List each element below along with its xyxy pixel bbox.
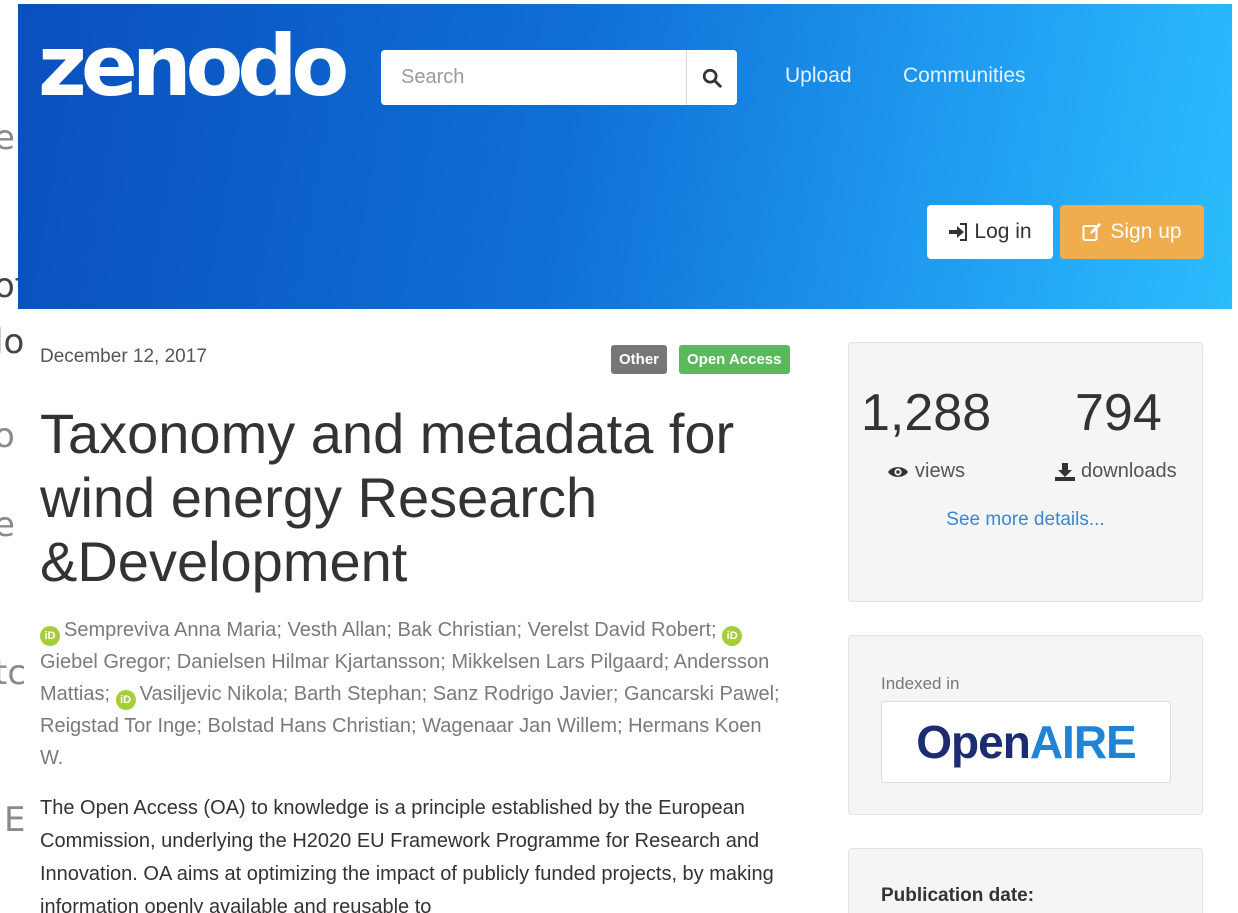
- background-fragment: lo: [0, 322, 25, 362]
- author-name: Sanz Rodrigo Javier: [432, 683, 613, 705]
- indexed-in-label: Indexed in: [881, 674, 960, 693]
- author-name: Vesth Allan: [287, 619, 387, 641]
- indexed-panel: Indexed in Open AIRE: [848, 635, 1203, 815]
- resource-type-badge: Other: [611, 345, 668, 374]
- see-more-details-link[interactable]: See more details...: [849, 509, 1202, 531]
- zenodo-logo[interactable]: zenodo: [38, 24, 349, 108]
- search-icon: [702, 68, 722, 88]
- views-label-group: views: [887, 460, 965, 483]
- openaire-logo[interactable]: Open AIRE: [881, 701, 1171, 783]
- page-edge: [1232, 0, 1238, 913]
- views-label: views: [915, 460, 966, 482]
- author-name: Mikkelsen Lars Pilgaard: [451, 651, 664, 673]
- downloads-count: 794: [1075, 384, 1162, 442]
- background-fragment: o: [0, 416, 15, 456]
- publication-date: December 12, 2017: [40, 346, 207, 367]
- openaire-logo-open: Open: [916, 716, 1031, 768]
- login-button[interactable]: Log in: [927, 205, 1053, 259]
- openaire-logo-aire: AIRE: [1029, 716, 1137, 768]
- stats-panel: 1,288 794 views downloads See more detai…: [848, 342, 1203, 602]
- author-name: Gancarski Pawel: [623, 683, 775, 705]
- author-list: iD Sempreviva Anna Maria; Vesth Allan; Ba…: [40, 619, 780, 769]
- downloads-label: downloads: [1081, 460, 1177, 482]
- access-right-badge: Open Access: [679, 345, 790, 374]
- background-fragment: e: [0, 505, 15, 545]
- author-name: Giebel Gregor: [40, 651, 166, 673]
- signup-label: Sign up: [1110, 220, 1182, 243]
- orcid-icon[interactable]: iD: [115, 690, 136, 710]
- publication-date-panel: Publication date:: [848, 848, 1203, 913]
- downloads-label-group: downloads: [1055, 460, 1177, 483]
- search-bar: [381, 50, 737, 105]
- author-name: Barth Stephan: [293, 683, 422, 705]
- site-header: zenodo Upload Communities Log in Sign up: [18, 4, 1232, 309]
- orcid-icon[interactable]: iD: [40, 626, 60, 646]
- author-name: Wagenaar Jan Willem: [422, 715, 617, 737]
- nav-communities-link[interactable]: Communities: [903, 64, 1026, 88]
- edit-icon: [1082, 223, 1102, 241]
- search-input[interactable]: [381, 50, 686, 105]
- author-name: Bak Christian: [397, 619, 517, 641]
- author-name: Vasiljevic Nikola: [139, 683, 283, 705]
- nav-upload-link[interactable]: Upload: [785, 64, 852, 88]
- signup-button[interactable]: Sign up: [1060, 205, 1204, 259]
- author-name: Bolstad Hans Christian: [207, 715, 411, 737]
- record-title: Taxonomy and metadata for wind energy Re…: [40, 402, 735, 593]
- author-name: Reigstad Tor Inge: [40, 715, 197, 737]
- author-name: Sempreviva Anna Maria: [64, 619, 277, 641]
- eye-icon: [888, 466, 908, 477]
- search-button[interactable]: [686, 50, 737, 105]
- sign-in-icon: [949, 223, 968, 241]
- author-name: Danielsen Hilmar Kjartansson: [176, 651, 441, 673]
- background-fragment: tc: [0, 653, 27, 693]
- record-abstract: The Open Access (OA) to knowledge is a p…: [40, 797, 774, 913]
- download-icon: [1055, 462, 1075, 481]
- background-fragment: E: [4, 800, 26, 840]
- orcid-icon[interactable]: iD: [722, 626, 743, 646]
- author-name: Verelst David Robert: [527, 619, 712, 641]
- login-label: Log in: [974, 220, 1032, 243]
- publication-date-label: Publication date:: [881, 885, 1035, 906]
- views-count: 1,288: [861, 384, 992, 442]
